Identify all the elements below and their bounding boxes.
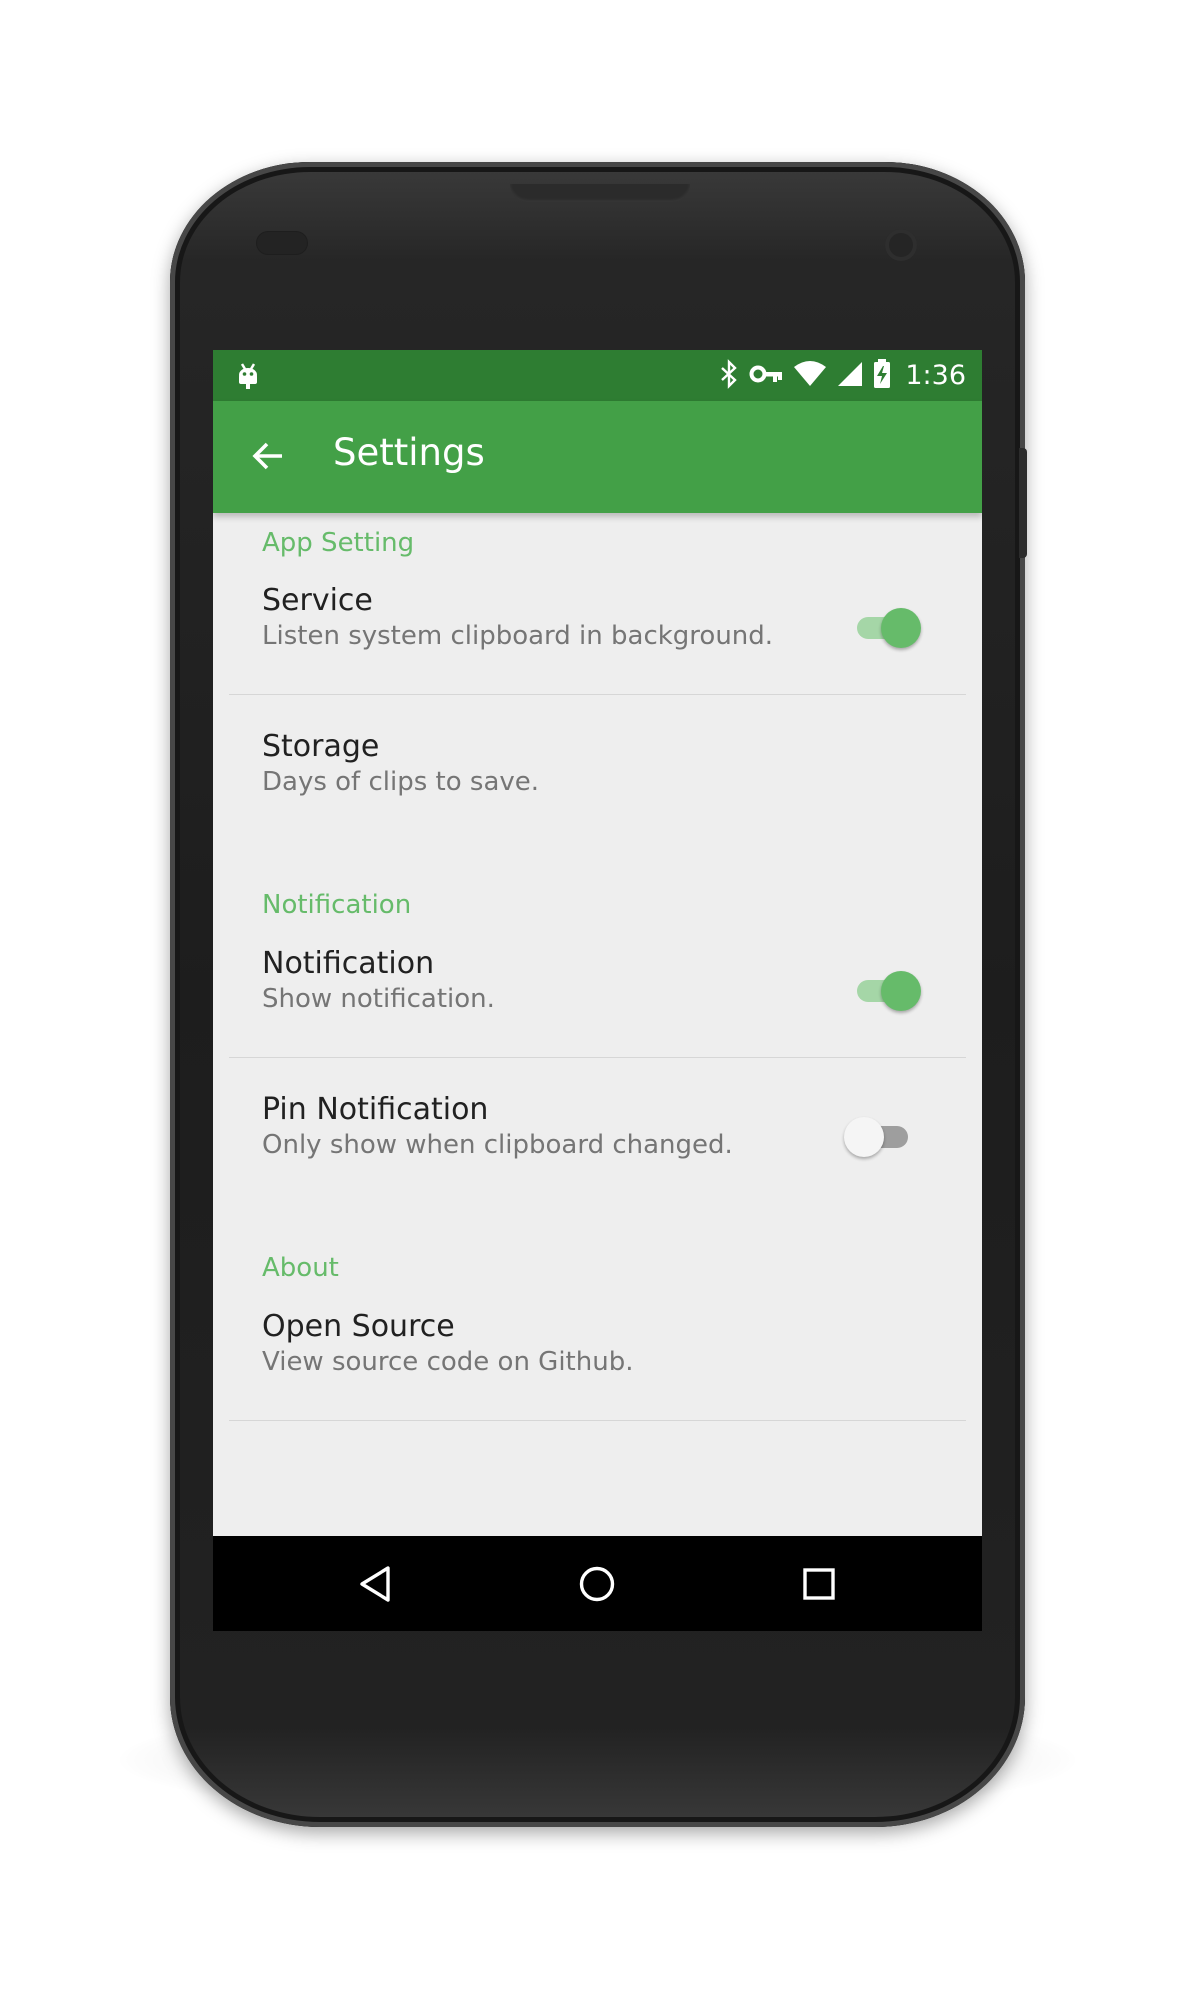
pref-summary: Listen system clipboard in background. (262, 621, 774, 651)
pref-summary: Days of clips to save. (262, 767, 540, 797)
navigation-bar (213, 1536, 982, 1631)
pref-title: Open Source (262, 1309, 455, 1344)
pref-title: Service (262, 583, 373, 618)
screen: 1:36 Settings App Setting Service Listen… (213, 350, 982, 1631)
nav-home-icon[interactable] (577, 1564, 617, 1604)
pref-title: Pin Notification (262, 1092, 489, 1127)
android-debug-icon (235, 362, 261, 394)
notification-switch[interactable] (851, 971, 921, 1011)
divider (229, 1057, 966, 1058)
switch-thumb (881, 971, 921, 1011)
status-icons: 1:36 (719, 350, 966, 401)
page-title: Settings (333, 431, 485, 474)
status-bar: 1:36 (213, 350, 982, 401)
divider (229, 694, 966, 695)
divider (229, 1420, 966, 1421)
status-time: 1:36 (905, 360, 966, 391)
service-switch[interactable] (851, 608, 921, 648)
pref-title: Storage (262, 729, 380, 764)
switch-thumb (881, 608, 921, 648)
section-header-app-setting: App Setting (262, 528, 415, 558)
pin-notification-switch[interactable] (844, 1117, 914, 1157)
app-toolbar: Settings (213, 401, 982, 513)
power-button (1019, 448, 1027, 558)
section-header-notification: Notification (262, 890, 412, 920)
section-header-about: About (262, 1253, 339, 1283)
proximity-sensor (257, 232, 307, 254)
front-camera (885, 229, 917, 261)
vpn-key-icon (749, 363, 783, 389)
switch-thumb (844, 1117, 884, 1157)
pref-summary: Show notification. (262, 984, 495, 1014)
arrow-back-icon[interactable] (251, 439, 285, 477)
pref-title: Notification (262, 946, 435, 981)
nav-recents-icon[interactable] (799, 1564, 839, 1604)
bluetooth-icon (719, 358, 739, 393)
cell-signal-icon (837, 361, 863, 391)
pref-summary: View source code on Github. (262, 1347, 634, 1377)
battery-charging-icon (873, 358, 891, 393)
wifi-icon (793, 360, 827, 391)
nav-back-icon[interactable] (356, 1564, 396, 1604)
pref-summary: Only show when clipboard changed. (262, 1130, 733, 1160)
earpiece-speaker (510, 184, 690, 202)
settings-list: App Setting Service Listen system clipbo… (213, 513, 982, 1536)
